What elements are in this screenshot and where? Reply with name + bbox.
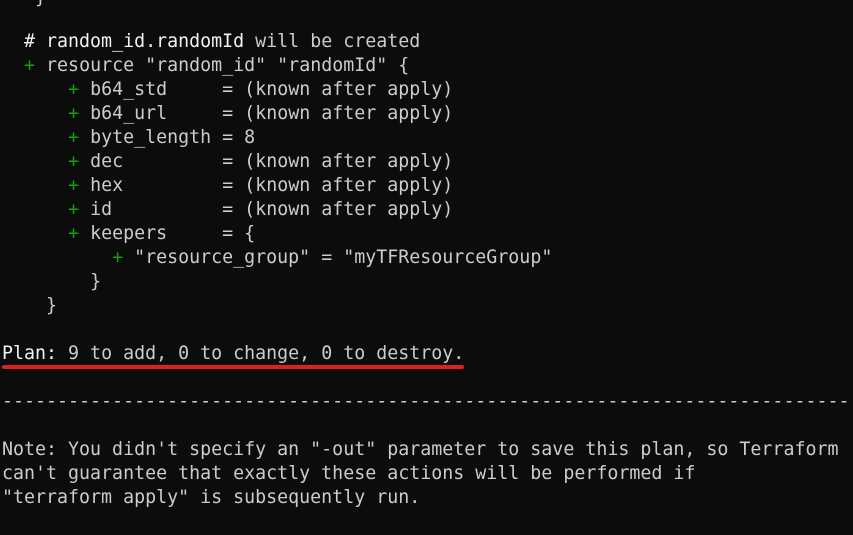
attribute-value: = (known after apply) xyxy=(222,199,454,220)
attribute-line: + b64_std = (known after apply) xyxy=(2,78,453,102)
comment-suffix: will be created xyxy=(244,31,421,52)
keeper-entry: "resource_group" = "myTFResourceGroup" xyxy=(134,247,553,268)
note-line: can't guarantee that exactly these actio… xyxy=(2,463,696,484)
terminal-line: } xyxy=(2,0,46,10)
attribute-value: = { xyxy=(222,223,256,244)
plus-icon: + xyxy=(68,127,80,148)
comment-hash: # xyxy=(24,31,47,52)
resource-line: + resource "random_id" "randomId" { xyxy=(2,54,409,78)
resource-close-line: } xyxy=(2,294,57,318)
attribute-value: = (known after apply) xyxy=(222,79,454,100)
plus-icon: + xyxy=(68,199,80,220)
attribute-line: + hex = (known after apply) xyxy=(2,174,453,198)
note-line: "terraform apply" is subsequently run. xyxy=(2,487,421,508)
attribute-pad xyxy=(167,79,211,100)
brace-text: } xyxy=(46,295,58,316)
attribute-key: b64_url xyxy=(90,103,168,124)
attribute-pad xyxy=(123,175,211,196)
resource-comment-line: # random_id.randomId will be created xyxy=(2,30,420,54)
attribute-value: = (known after apply) xyxy=(222,151,454,172)
attribute-value: = (known after apply) xyxy=(222,175,454,196)
resource-address: random_id.randomId xyxy=(46,31,245,52)
attribute-line: + dec = (known after apply) xyxy=(2,150,453,174)
attribute-pad xyxy=(112,199,211,220)
attribute-key: dec xyxy=(90,151,124,172)
plan-label: Plan: xyxy=(2,343,58,364)
plus-icon: + xyxy=(68,151,80,172)
attribute-line: + keepers = { xyxy=(2,222,255,246)
attribute-key: byte_length xyxy=(90,127,212,148)
brace-text: } xyxy=(35,0,46,8)
plan-summary: 9 to add, 0 to change, 0 to destroy. xyxy=(68,343,465,364)
plus-icon: + xyxy=(112,247,124,268)
attribute-line: + byte_length = 8 xyxy=(2,126,255,150)
terminal-window[interactable]: } # random_id.randomId will be created +… xyxy=(2,0,853,535)
plus-icon: + xyxy=(24,55,36,76)
keeper-entry-line: + "resource_group" = "myTFResourceGroup" xyxy=(2,246,552,270)
attribute-line: + b64_url = (known after apply) xyxy=(2,102,453,126)
attribute-pad xyxy=(167,103,211,124)
attribute-key: id xyxy=(90,199,113,220)
attribute-value: = (known after apply) xyxy=(222,103,454,124)
brace-text: } xyxy=(90,271,102,292)
attribute-pad xyxy=(167,223,211,244)
attribute-key: b64_std xyxy=(90,79,168,100)
plus-icon: + xyxy=(68,103,80,124)
plus-icon: + xyxy=(68,223,80,244)
note-line: Note: You didn't specify an "-out" param… xyxy=(2,439,839,460)
keepers-close-line: } xyxy=(2,270,101,294)
plus-icon: + xyxy=(68,175,80,196)
attribute-line: + id = (known after apply) xyxy=(2,198,453,222)
attribute-key: hex xyxy=(90,175,124,196)
red-underline-annotation xyxy=(2,365,464,369)
plan-summary-line: Plan: 9 to add, 0 to change, 0 to destro… xyxy=(2,342,464,366)
resource-declaration: resource "random_id" "randomId" { xyxy=(46,55,410,76)
attribute-pad xyxy=(123,151,211,172)
separator-line: ----------------------------------------… xyxy=(2,391,850,412)
attribute-value: = 8 xyxy=(222,127,256,148)
plus-icon: + xyxy=(68,79,80,100)
attribute-key: keepers xyxy=(90,223,168,244)
